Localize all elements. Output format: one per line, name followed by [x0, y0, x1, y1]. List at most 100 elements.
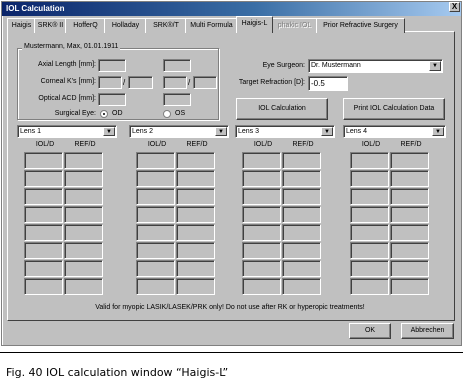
chevron-down-icon[interactable]: ▼ — [321, 127, 333, 136]
iol-cell — [350, 206, 389, 223]
lens-label: Lens 1 — [20, 128, 42, 135]
ref-column-header: REF/D — [400, 141, 422, 148]
iol-cell — [24, 278, 63, 295]
tab-holladay[interactable]: Holladay — [104, 18, 147, 33]
iol-cell — [136, 170, 175, 187]
surgical-eye-os-radio[interactable] — [163, 110, 171, 118]
iol-cell — [136, 242, 175, 259]
ref-cell — [176, 242, 215, 259]
ref-cell — [64, 260, 103, 277]
axial-length-field-od[interactable] — [98, 59, 126, 72]
surgical-eye-label: Surgical Eye: — [54, 110, 96, 117]
axial-length-label: Axial Length [mm]: — [38, 61, 96, 68]
caption-rule — [0, 352, 463, 353]
ref-cell — [64, 278, 103, 295]
tab-srk-t[interactable]: SRK®/T — [145, 18, 187, 33]
tab-label: phakic IOL — [277, 22, 312, 29]
tab-srk-ii[interactable]: SRK® II — [34, 18, 67, 33]
ref-cell — [64, 206, 103, 223]
ref-cell — [64, 170, 103, 187]
ref-cell — [282, 242, 321, 259]
ref-cell — [282, 260, 321, 277]
iol-cell — [350, 224, 389, 241]
corneal-k1-field-od[interactable] — [98, 76, 122, 89]
title-bar: IOL Calculation — [2, 2, 461, 16]
lens-3-select[interactable]: Lens 3 ▼ — [235, 125, 335, 138]
eye-surgeon-label: Eye Surgeon: — [262, 62, 305, 69]
iol-cell — [350, 278, 389, 295]
close-icon: X — [451, 2, 458, 11]
tab-label: Holladay — [111, 22, 140, 29]
iol-cell — [136, 152, 175, 169]
lens-label: Lens 4 — [346, 128, 368, 135]
chevron-down-icon[interactable]: ▼ — [432, 127, 444, 136]
ref-cell — [176, 188, 215, 205]
chevron-down-icon[interactable]: ▼ — [429, 61, 441, 71]
iol-cell — [350, 170, 389, 187]
chevron-down-icon[interactable]: ▼ — [103, 127, 115, 136]
corneal-k2-field-os[interactable] — [193, 76, 217, 89]
ref-cell — [176, 170, 215, 187]
eye-surgeon-select[interactable]: Dr. Mustermann ▼ — [308, 59, 443, 73]
iol-calculation-button[interactable]: IOL Calculation — [236, 98, 328, 120]
ref-cell — [176, 278, 215, 295]
iol-cell — [136, 278, 175, 295]
ref-cell — [282, 278, 321, 295]
iol-cell — [242, 278, 281, 295]
ref-cell — [64, 152, 103, 169]
tab-label: Multi Formula — [190, 22, 233, 29]
ref-cell — [64, 188, 103, 205]
os-label: OS — [175, 110, 186, 117]
tab-haigis[interactable]: Haigis — [7, 18, 36, 33]
ref-cell — [282, 224, 321, 241]
ref-cell — [390, 206, 429, 223]
iol-cell — [242, 152, 281, 169]
surgical-eye-od-radio[interactable] — [100, 110, 108, 118]
tab-label: SRK® II — [37, 22, 64, 29]
tab-label: Haigis — [11, 22, 32, 29]
iol-cell — [136, 206, 175, 223]
tab-haigis-l[interactable]: Haigis-L — [236, 16, 273, 33]
optical-acd-field-os[interactable] — [163, 93, 191, 106]
lens-label: Lens 3 — [238, 128, 260, 135]
ref-cell — [176, 206, 215, 223]
iol-cell — [136, 188, 175, 205]
iol-cell — [350, 260, 389, 277]
ref-cell — [390, 260, 429, 277]
tab-phakic-iol[interactable]: phakic IOL — [271, 18, 318, 33]
lens-label: Lens 2 — [132, 128, 154, 135]
iol-column-header: IOL/D — [147, 141, 167, 148]
ref-column-header: REF/D — [186, 141, 208, 148]
corneal-k-separator: / — [188, 78, 191, 87]
corneal-k1-field-os[interactable] — [163, 76, 187, 89]
iol-cell — [24, 170, 63, 187]
print-iol-calculation-data-button[interactable]: Print IOL Calculation Data — [343, 98, 445, 120]
tab-label: Haigis-L — [241, 20, 268, 27]
ref-cell — [176, 152, 215, 169]
ref-cell — [282, 188, 321, 205]
tab-label: Prior Refractive Surgery — [323, 22, 398, 29]
ok-button[interactable]: OK — [349, 323, 391, 339]
tab-multi-formula[interactable]: Multi Formula — [185, 18, 238, 33]
target-refraction-input[interactable]: -0.5 — [308, 76, 348, 91]
ref-cell — [282, 170, 321, 187]
ref-cell — [282, 152, 321, 169]
optical-acd-field-od[interactable] — [98, 93, 126, 106]
axial-length-field-os[interactable] — [163, 59, 191, 72]
close-button[interactable]: X — [449, 2, 460, 12]
tab-prior-refractive-surgery[interactable]: Prior Refractive Surgery — [316, 18, 405, 33]
lens-4-select[interactable]: Lens 4 ▼ — [343, 125, 446, 138]
iol-column-header: IOL/D — [253, 141, 273, 148]
ref-column-header: REF/D — [74, 141, 96, 148]
ref-cell — [64, 242, 103, 259]
tab-hofferq[interactable]: HofferQ — [65, 18, 106, 33]
tab-label: SRK®/T — [153, 22, 179, 29]
ref-cell — [64, 224, 103, 241]
ref-column-header: REF/D — [292, 141, 314, 148]
chevron-down-icon[interactable]: ▼ — [215, 127, 227, 136]
corneal-k2-field-od[interactable] — [128, 76, 153, 89]
lens-2-select[interactable]: Lens 2 ▼ — [129, 125, 229, 138]
cancel-button[interactable]: Abbrechen — [401, 323, 454, 339]
lens-1-select[interactable]: Lens 1 ▼ — [17, 125, 117, 138]
iol-cell — [136, 260, 175, 277]
